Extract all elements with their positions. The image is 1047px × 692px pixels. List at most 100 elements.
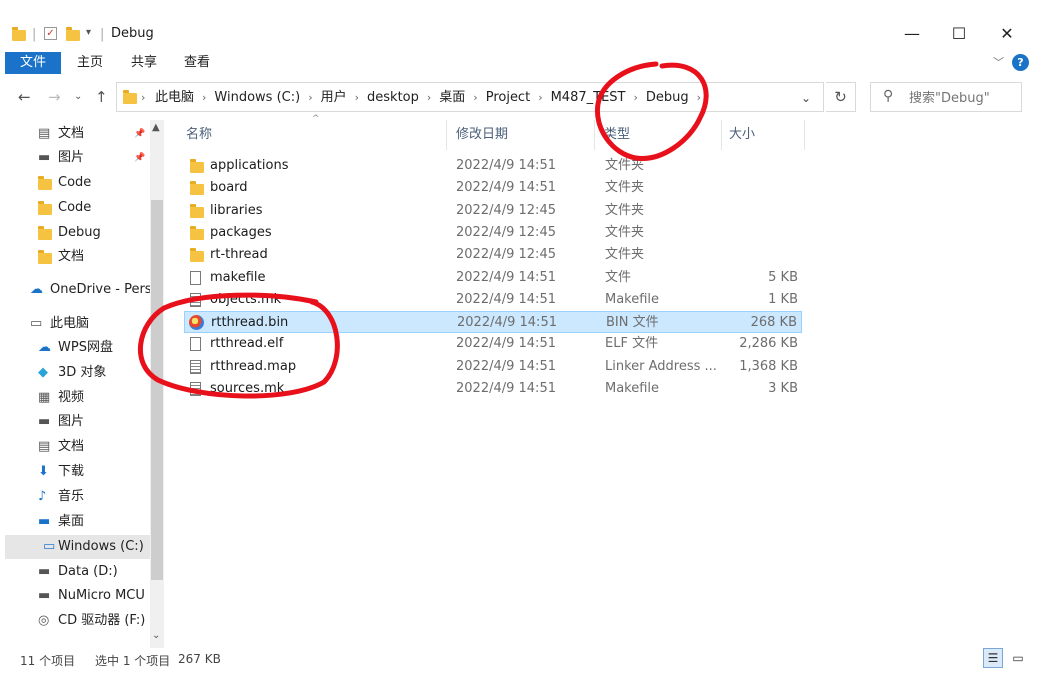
sidebar-item[interactable]: ♪ 音乐 [0,485,150,509]
breadcrumb-item[interactable]: desktop [367,90,419,105]
column-header-name[interactable]: 名称 [186,120,212,150]
file-row[interactable]: objects.mk 2022/4/9 14:51 Makefile 1 KB [184,289,802,311]
sidebar-scrollbar-thumb[interactable] [151,200,163,580]
sidebar-item[interactable]: ☁ OneDrive - Perso [0,278,160,302]
breadcrumb-item[interactable]: Windows (C:) [214,90,300,105]
new-folder-icon[interactable] [66,27,80,41]
column-header-type[interactable]: 类型 [604,120,630,150]
chevron-right-icon[interactable]: › [697,91,701,104]
file-row[interactable]: sources.mk 2022/4/9 14:51 Makefile 3 KB [184,378,802,400]
scroll-down-icon[interactable]: ⌄ [152,630,160,641]
sidebar-item[interactable]: ▭ 此电脑 [0,312,150,336]
file-modified: 2022/4/9 14:51 [456,336,556,352]
maximize-button[interactable]: ☐ [944,22,974,46]
sidebar-item[interactable]: Code [0,171,150,195]
breadcrumb-item[interactable]: 此电脑 [155,90,194,105]
help-icon[interactable]: ? [1012,54,1029,71]
chevron-right-icon[interactable]: › [633,91,637,104]
tab-share[interactable]: 共享 [131,52,157,74]
sidebar-item-label: Debug [58,225,101,240]
text-file-icon [190,359,201,374]
tab-view[interactable]: 查看 [184,52,210,74]
sidebar-item[interactable]: ▦ 视频 [0,386,150,410]
file-modified: 2022/4/9 14:51 [456,291,556,307]
file-row[interactable]: rtthread.bin 2022/4/9 14:51 BIN 文件 268 KB [184,311,802,334]
file-list: ^ 名称 修改日期 类型 大小 applications 2022/4/9 14:… [168,114,1047,648]
file-row[interactable]: packages 2022/4/9 12:45 文件夹 [184,222,802,244]
file-row[interactable]: makefile 2022/4/9 14:51 文件 5 KB [184,267,802,289]
column-divider[interactable] [594,120,595,150]
forward-icon[interactable]: → [48,88,61,106]
sidebar-item[interactable]: ◎ CD 驱动器 (F:) [0,609,150,633]
tab-home[interactable]: 主页 [77,52,103,74]
address-bar[interactable]: › 此电脑 › Windows (C:) › 用户 › desktop › 桌面 › Project… [116,82,824,112]
music-icon: ♪ [38,489,47,504]
search-input[interactable] [907,83,1021,113]
column-divider[interactable] [721,120,722,150]
sidebar-item-label: 图片 [58,414,85,429]
column-header-size[interactable]: 大小 [729,120,755,150]
file-type: BIN 文件 [606,315,659,331]
sidebar-item[interactable]: ▬ 图片 📌 [0,146,150,170]
sidebar-item[interactable]: 文档 [0,245,150,269]
file-name: libraries [210,202,263,218]
folder-icon [12,27,26,41]
file-row[interactable]: libraries 2022/4/9 12:45 文件夹 [184,200,802,222]
chevron-right-icon[interactable]: › [427,91,431,104]
chevron-right-icon[interactable]: › [202,91,206,104]
column-divider[interactable] [446,120,447,150]
properties-icon[interactable]: ✓ [44,27,57,40]
details-view-icon[interactable]: ☰ [983,648,1003,668]
sidebar-item[interactable]: ▬ 图片 [0,410,150,434]
sidebar-item[interactable]: ▬ Data (D:) [0,560,150,584]
breadcrumb-item[interactable]: Project [486,90,530,105]
breadcrumb-item[interactable]: 用户 [321,90,347,105]
scroll-up-icon[interactable]: ▲ [152,122,160,133]
close-button[interactable]: ✕ [992,22,1022,46]
sidebar-item[interactable]: Code [0,196,150,220]
file-row[interactable]: rtthread.map 2022/4/9 14:51 Linker Address… [184,356,802,378]
sidebar-item[interactable]: ▬ 桌面 [0,510,150,534]
file-name: rtthread.bin [211,315,289,331]
minimize-button[interactable]: — [897,22,927,46]
chevron-right-icon[interactable]: › [538,91,542,104]
back-icon[interactable]: ← [18,88,31,106]
address-history-dropdown-icon[interactable]: ⌄ [801,83,811,113]
recent-locations-icon[interactable]: ⌄ [74,91,82,102]
chevron-right-icon[interactable]: › [308,91,312,104]
file-row[interactable]: rtthread.elf 2022/4/9 14:51 ELF 文件 2,286 KB [184,333,802,355]
file-row[interactable]: applications 2022/4/9 14:51 文件夹 [184,155,802,177]
ribbon-expand-icon[interactable]: ﹀ [993,54,1004,70]
breadcrumb-item[interactable]: M487_TEST [551,90,626,105]
file-row[interactable]: board 2022/4/9 14:51 文件夹 [184,177,802,199]
selection-size: 267 KB [178,652,221,666]
sidebar-item[interactable]: ⬇ 下载 [0,460,150,484]
column-header-modified[interactable]: 修改日期 [456,120,508,150]
item-count: 11 个项目 [20,654,76,668]
folder-icon [38,176,52,190]
large-icons-view-icon[interactable]: ▭ [1008,648,1028,668]
breadcrumb-item[interactable]: Debug [646,90,689,105]
up-icon[interactable]: ↑ [95,88,108,106]
sidebar-item[interactable]: ☁ WPS网盘 [0,336,150,360]
file-size: 5 KB [768,269,798,285]
selection-count: 选中 1 个项目 [95,654,171,668]
sidebar-item[interactable]: ◆ 3D 对象 [0,361,150,385]
desktop-icon: ▬ [38,514,51,529]
sidebar-item[interactable]: ▭ Windows (C:) [5,535,150,559]
chevron-right-icon[interactable]: › [355,91,359,104]
breadcrumb-item[interactable]: 桌面 [439,90,465,105]
quick-access-dropdown-icon[interactable]: ▾ [86,27,91,38]
tab-file[interactable]: 文件 [5,52,61,74]
sidebar-item[interactable]: Debug [0,221,150,245]
sidebar-item[interactable]: ▬ NuMicro MCU [0,584,150,608]
sidebar-item[interactable]: ▤ 文档 [0,435,150,459]
file-modified: 2022/4/9 12:45 [456,202,556,218]
search-box[interactable]: ⚲ [870,82,1022,113]
column-divider[interactable] [804,120,805,150]
chevron-right-icon[interactable]: › [473,91,477,104]
refresh-button[interactable]: ↻ [826,82,856,112]
file-name: sources.mk [210,381,285,396]
sidebar-item[interactable]: ▤ 文档 📌 [0,122,150,146]
file-row[interactable]: rt-thread 2022/4/9 12:45 文件夹 [184,244,802,266]
